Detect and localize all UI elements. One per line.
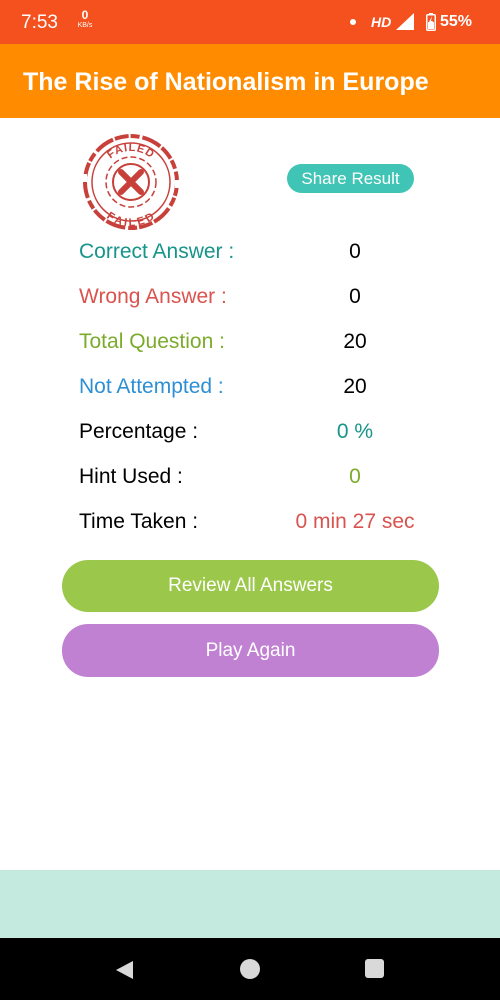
- back-icon[interactable]: [113, 960, 135, 980]
- stamp-text-top: FAILED: [105, 142, 156, 161]
- share-result-button[interactable]: Share Result: [287, 164, 414, 193]
- bottom-banner: [0, 870, 500, 938]
- page-title: The Rise of Nationalism in Europe: [23, 68, 429, 96]
- battery-icon: [426, 13, 436, 31]
- stat-label: Percentage :: [79, 420, 199, 443]
- stat-value: 20: [343, 330, 367, 353]
- network-speed-value: 0: [81, 8, 89, 22]
- failed-stamp-icon: FAILED FAILED: [77, 134, 185, 230]
- stat-value: 0: [349, 240, 361, 263]
- stat-label: Wrong Answer :: [79, 285, 227, 308]
- play-again-button[interactable]: Play Again: [62, 624, 439, 677]
- stat-value: 20: [343, 375, 367, 398]
- home-icon[interactable]: [240, 959, 260, 979]
- signal-icon: [396, 13, 414, 30]
- stat-label: Not Attempted :: [79, 375, 224, 398]
- app-bar: The Rise of Nationalism in Europe: [0, 44, 500, 118]
- network-speed-unit: KB/s: [77, 22, 93, 29]
- stat-label: Time Taken :: [79, 510, 199, 533]
- svg-text:FAILED: FAILED: [104, 210, 157, 229]
- stat-value: 0: [349, 285, 361, 308]
- notification-dot-icon: [350, 19, 356, 25]
- stat-label: Total Question :: [79, 330, 225, 353]
- stat-label: Correct Answer :: [79, 240, 235, 263]
- review-all-answers-button[interactable]: Review All Answers: [62, 560, 439, 612]
- recents-icon[interactable]: [365, 959, 384, 978]
- svg-text:FAILED: FAILED: [105, 142, 157, 161]
- stamp-text-bottom: FAILED: [104, 210, 156, 229]
- stat-label: Hint Used :: [79, 465, 183, 488]
- stat-value: 0 %: [336, 420, 374, 443]
- status-time: 7:53: [21, 12, 58, 33]
- navigation-bar: [0, 938, 500, 1000]
- stat-value: 0 min 27 sec: [295, 510, 415, 533]
- battery-percentage: 55%: [440, 13, 473, 30]
- status-bar: 7:53 0 KB/s HD 55%: [0, 0, 500, 44]
- network-type: HD: [371, 14, 392, 30]
- network-speed: 0 KB/s: [74, 9, 96, 29]
- stat-value: 0: [349, 465, 361, 488]
